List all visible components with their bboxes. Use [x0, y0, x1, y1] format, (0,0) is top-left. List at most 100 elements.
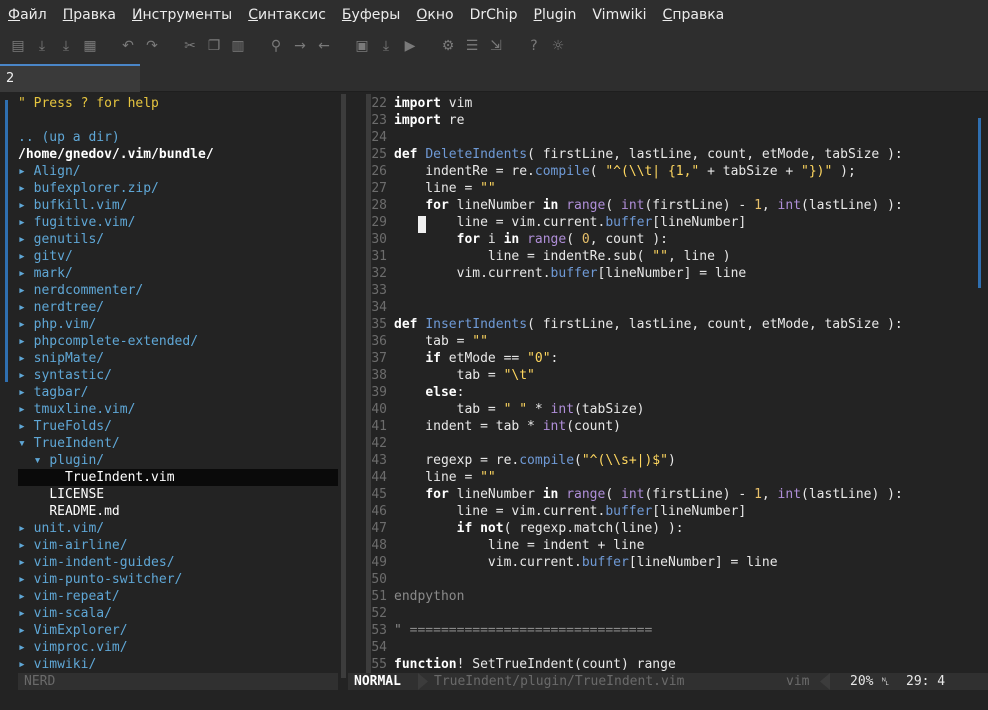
save-all-icon[interactable]: ⤓ — [56, 36, 76, 56]
find-help-icon[interactable]: ☼ — [548, 36, 568, 56]
tags-icon[interactable]: ⇲ — [486, 36, 506, 56]
menu-окно[interactable]: Окно — [408, 0, 461, 30]
tree-dir[interactable]: ▸ bufkill.vim/ — [18, 197, 128, 214]
tree-dir[interactable]: ▾ plugin/ — [18, 452, 104, 469]
save-session-icon[interactable]: ⤓ — [376, 36, 396, 56]
tree-dir[interactable]: ▸ Align/ — [18, 163, 81, 180]
tree-dir[interactable]: ▸ vimproc.vim/ — [18, 639, 128, 656]
code-line[interactable]: for lineNumber in range( int(firstLine) … — [394, 486, 902, 503]
help-icon[interactable]: ? — [524, 36, 544, 56]
code-line[interactable]: vim.current.buffer[lineNumber] = line — [394, 265, 747, 282]
menu-синтаксис[interactable]: Синтаксис — [240, 0, 334, 30]
tree-dir[interactable]: ▸ vim-scala/ — [18, 605, 112, 622]
code-line[interactable]: line = vim.current.buffer[lineNumber] — [394, 503, 747, 520]
tree-dir[interactable]: ▸ vim-punto-switcher/ — [18, 571, 182, 588]
tree-file[interactable]: LICENSE — [18, 486, 104, 503]
tree-dir[interactable]: ▸ unit.vim/ — [18, 520, 104, 537]
tree-dir[interactable]: ▸ VimExplorer/ — [18, 622, 128, 639]
menu-файл[interactable]: Файл — [0, 0, 55, 30]
code-line[interactable]: line = indentRe.sub( "", line ) — [394, 248, 731, 265]
find-next-icon[interactable]: → — [290, 36, 310, 56]
tree-file[interactable]: TrueIndent.vim — [18, 469, 338, 486]
window-separator[interactable] — [341, 94, 346, 678]
load-session-icon[interactable]: ▣ — [352, 36, 372, 56]
menu-справка[interactable]: Справка — [655, 0, 733, 30]
cut-icon[interactable]: ✂ — [180, 36, 200, 56]
tree-dir[interactable]: ▸ nerdtree/ — [18, 299, 104, 316]
menu-буферы[interactable]: Буферы — [334, 0, 408, 30]
tree-dir[interactable]: ▸ nerdcommenter/ — [18, 282, 143, 299]
tree-dir[interactable]: ▸ syntastic/ — [18, 367, 112, 384]
tree-scrollbar[interactable] — [5, 100, 8, 382]
code-line[interactable]: vim.current.buffer[lineNumber] = line — [394, 554, 778, 571]
tree-dir[interactable]: ▸ vim-airline/ — [18, 537, 128, 554]
code-line[interactable]: if not( regexp.match(line) ): — [394, 520, 684, 537]
code-line[interactable]: def DeleteIndents( firstLine, lastLine, … — [394, 146, 903, 163]
tree-dir[interactable]: ▸ bufexplorer.zip/ — [18, 180, 159, 197]
tree-dir[interactable]: ▸ phpcomplete-extended/ — [18, 333, 198, 350]
tree-dir[interactable]: ▾ TrueIndent/ — [18, 435, 120, 452]
code-line[interactable]: line = "" — [394, 469, 495, 486]
tree-dir[interactable]: ▸ genutils/ — [18, 231, 104, 248]
line-number: 46 — [371, 504, 387, 519]
code-line[interactable]: tab = "" — [394, 333, 488, 350]
tree-dir[interactable]: ▸ snipMate/ — [18, 350, 104, 367]
make-icon[interactable]: ⚙ — [438, 36, 458, 56]
tree-dir[interactable]: ▸ mark/ — [18, 265, 73, 282]
code-line[interactable]: regexp = re.compile("^(\\s+|)$") — [394, 452, 675, 469]
code-line[interactable]: for i in range( 0, count ): — [394, 231, 668, 248]
tree-dir[interactable]: ▸ vim-indent-guides/ — [18, 554, 175, 571]
menu-drchip[interactable]: DrChip — [462, 0, 526, 30]
menu-инструменты[interactable]: Инструменты — [124, 0, 240, 30]
code-line[interactable]: def InsertIndents( firstLine, lastLine, … — [394, 316, 903, 333]
code-line[interactable]: for lineNumber in range( int(firstLine) … — [394, 197, 902, 214]
code-line[interactable]: import vim — [394, 95, 472, 112]
code-line[interactable]: indent = tab * int(count) — [394, 418, 621, 435]
code-line[interactable]: " =============================== — [394, 622, 652, 639]
menu-правка[interactable]: Правка — [55, 0, 124, 30]
open-icon[interactable]: ▤ — [8, 36, 28, 56]
redo-icon[interactable]: ↷ — [142, 36, 162, 56]
tab-trueindent[interactable]: 2 T/p/TrueIndent.vim — [0, 64, 140, 112]
code-line[interactable]: line = vim.current.buffer[lineNumber] — [394, 214, 747, 231]
code-line[interactable]: else: — [394, 384, 464, 401]
tree-dir[interactable]: ▸ TrueFolds/ — [18, 418, 112, 435]
code-scrollbar[interactable] — [978, 118, 981, 288]
code-line[interactable]: import re — [394, 112, 464, 129]
code-line[interactable]: tab = " " * int(tabSize) — [394, 401, 645, 418]
run-script-icon[interactable]: ▶ — [400, 36, 420, 56]
copy-icon[interactable]: ❐ — [204, 36, 224, 56]
code-line[interactable]: line = "" — [394, 180, 495, 197]
code-token: def — [394, 147, 418, 162]
code-line[interactable]: if etMode == "0": — [394, 350, 558, 367]
tree-entry-label: unit.vim/ — [33, 521, 105, 536]
shell-icon[interactable]: ☰ — [462, 36, 482, 56]
tree-dir[interactable]: ▸ vimwiki/ — [18, 656, 96, 673]
tree-dir[interactable]: ▸ tmuxline.vim/ — [18, 401, 135, 418]
tree-dir[interactable]: ▸ gitv/ — [18, 248, 73, 265]
find-prev-icon[interactable]: ← — [314, 36, 334, 56]
tree-dir[interactable]: ▸ tagbar/ — [18, 384, 88, 401]
editor-area[interactable]: " Press ? for help .. (up a dir)/home/gne… — [0, 92, 988, 710]
find-icon[interactable]: ⚲ — [266, 36, 286, 56]
tree-dir[interactable]: ▸ php.vim/ — [18, 316, 96, 333]
tree-up-dir[interactable]: .. (up a dir) — [18, 129, 120, 146]
nerdtree-panel[interactable]: " Press ? for help .. (up a dir)/home/gne… — [18, 92, 338, 692]
tree-file[interactable]: README.md — [18, 503, 119, 520]
menu-plugin[interactable]: Plugin — [526, 0, 585, 30]
save-icon[interactable]: ⤓ — [32, 36, 52, 56]
paste-icon[interactable]: ▥ — [228, 36, 248, 56]
undo-icon[interactable]: ↶ — [118, 36, 138, 56]
tree-dir[interactable]: ▸ vim-repeat/ — [18, 588, 120, 605]
code-line[interactable]: function! SetTrueIndent(count) range — [394, 656, 676, 673]
tree-root-path[interactable]: /home/gnedov/.vim/bundle/ — [18, 146, 214, 163]
code-line[interactable]: line = indent + line — [394, 537, 645, 554]
code-token: range — [527, 232, 567, 247]
tree-dir[interactable]: ▸ fugitive.vim/ — [18, 214, 135, 231]
code-line[interactable]: tab = "\t" — [394, 367, 535, 384]
code-token: lineNumber — [448, 198, 543, 213]
code-line[interactable]: indentRe = re.compile( "^(\\t| {1," + ta… — [394, 163, 856, 180]
print-icon[interactable]: ▦ — [80, 36, 100, 56]
code-line[interactable]: endpython — [394, 588, 464, 605]
menu-vimwiki[interactable]: Vimwiki — [584, 0, 654, 30]
